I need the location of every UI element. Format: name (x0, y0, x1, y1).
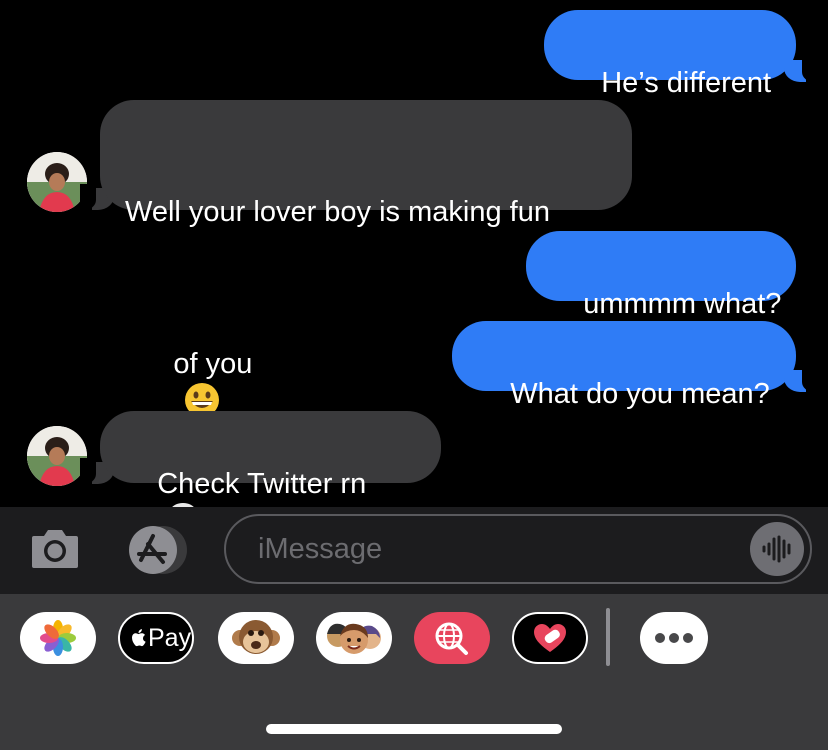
camera-icon[interactable] (28, 528, 82, 570)
contact-avatar[interactable] (27, 426, 87, 486)
scrollbar[interactable] (824, 0, 828, 507)
apple-pay-app-button[interactable]: Pay (118, 612, 194, 664)
more-apps-button[interactable] (640, 612, 708, 664)
heart-touch-icon (534, 624, 566, 652)
avatar-photo (27, 152, 87, 212)
message-text: Check Twitter rn (157, 468, 367, 500)
monkey-icon (232, 620, 280, 654)
globe-search-icon (435, 622, 468, 655)
bubble-tail (784, 56, 818, 82)
contact-avatar[interactable] (27, 152, 87, 212)
memoji-stickers-app-button[interactable] (316, 612, 392, 664)
avatar-photo (27, 426, 87, 486)
animoji-app-button[interactable] (218, 612, 294, 664)
imessage-placeholder: iMessage (258, 533, 383, 565)
app-store-icon[interactable] (127, 526, 189, 574)
photos-icon (40, 620, 76, 656)
message-text: He’s different (601, 67, 772, 99)
incoming-message-bubble[interactable]: Check Twitter rn (100, 411, 441, 538)
message-text: of you (173, 348, 253, 380)
outgoing-message-bubble[interactable]: ummmm what? (526, 231, 796, 320)
message-text: ummmm what? (583, 288, 782, 320)
apple-logo-icon (132, 629, 146, 647)
outgoing-message-bubble[interactable]: He’s different (544, 10, 796, 99)
audio-message-button[interactable] (750, 522, 804, 576)
digital-touch-app-button[interactable] (512, 612, 588, 664)
drawer-divider (606, 608, 610, 666)
message-text: What do you mean? (510, 378, 770, 410)
outgoing-message-bubble[interactable]: What do you mean? (452, 321, 796, 410)
imessage-input[interactable]: iMessage (224, 514, 812, 584)
message-thread[interactable]: He’s different Well your lover boy is ma… (0, 0, 828, 538)
images-search-app-button[interactable] (414, 612, 490, 664)
incoming-message-bubble[interactable]: Well your lover boy is making fun of you (100, 100, 632, 418)
bubble-tail (784, 366, 818, 392)
photos-app-button[interactable] (20, 612, 96, 664)
apple-pay-label: Pay (148, 624, 192, 652)
home-indicator[interactable] (266, 724, 562, 734)
waveform-icon (762, 535, 791, 563)
more-icon (655, 633, 693, 643)
memoji-icon (327, 623, 381, 654)
message-text-line: Well your lover boy is making fun (125, 196, 550, 228)
